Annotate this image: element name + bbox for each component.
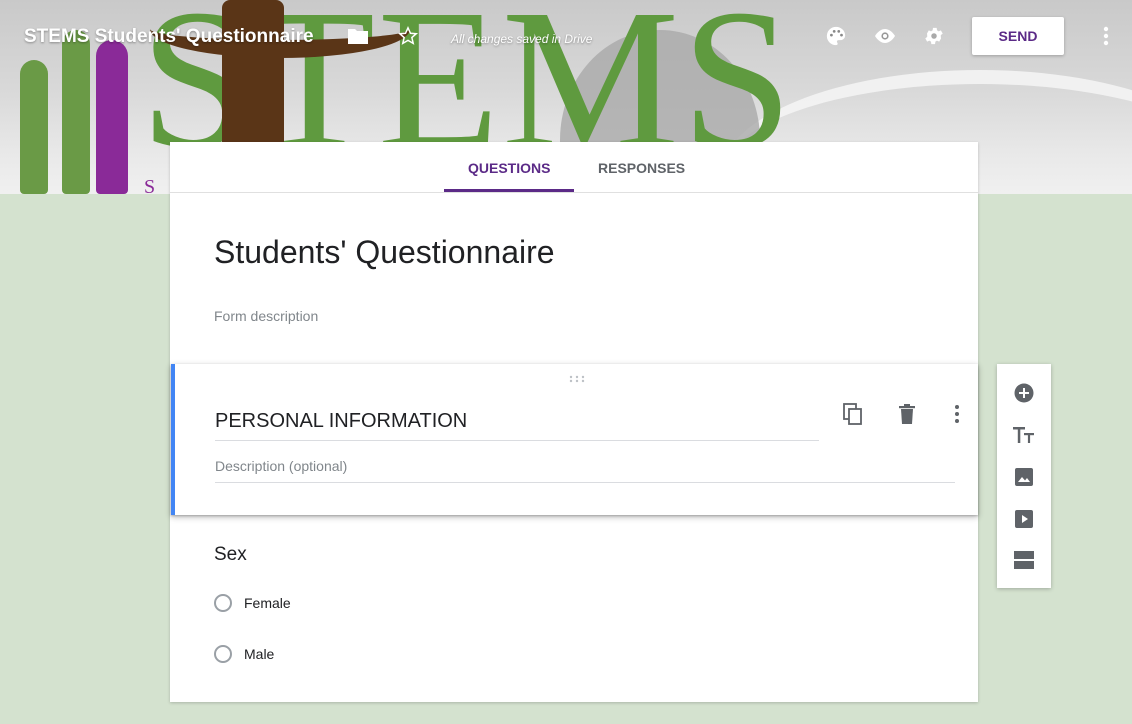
delete-icon[interactable]	[895, 402, 919, 426]
question-title[interactable]: Sex	[214, 544, 247, 566]
section-title-field[interactable]: PERSONAL INFORMATION	[215, 410, 819, 441]
tab-bar: QUESTIONS RESPONSES	[170, 142, 978, 193]
add-title-icon[interactable]	[1012, 423, 1036, 447]
question-toolbar	[997, 364, 1051, 588]
option-label: Female	[244, 595, 291, 611]
palette-icon[interactable]	[822, 22, 850, 50]
add-section-icon[interactable]	[1012, 548, 1036, 572]
send-button[interactable]: SEND	[972, 17, 1064, 55]
banner-small-text: S	[144, 176, 156, 194]
radio-option[interactable]: Female	[214, 594, 291, 612]
folder-icon[interactable]	[344, 22, 372, 50]
save-status: All changes saved in Drive	[451, 32, 593, 46]
gear-icon[interactable]	[920, 22, 948, 50]
active-tab-indicator	[444, 189, 574, 192]
duplicate-icon[interactable]	[841, 402, 865, 426]
drag-handle-icon[interactable]	[569, 372, 585, 386]
option-label: Male	[244, 646, 275, 662]
form-description-field[interactable]: Form description	[214, 308, 318, 324]
more-vert-icon[interactable]	[1092, 22, 1120, 50]
form-title[interactable]: Students' Questionnaire	[214, 234, 555, 271]
star-icon[interactable]	[394, 22, 422, 50]
radio-option[interactable]: Male	[214, 645, 274, 663]
radio-button[interactable]	[214, 594, 232, 612]
form-name-title[interactable]: STEMS Students' Questionnaire	[24, 26, 314, 48]
add-question-icon[interactable]	[1012, 381, 1036, 405]
add-image-icon[interactable]	[1012, 465, 1036, 489]
eye-icon[interactable]	[871, 22, 899, 50]
more-vert-icon[interactable]	[945, 402, 969, 426]
tab-responses[interactable]: RESPONSES	[598, 160, 685, 176]
top-bar: STEMS Students' Questionnaire All change…	[0, 0, 1132, 72]
add-video-icon[interactable]	[1012, 507, 1036, 531]
banner-figure	[20, 60, 48, 194]
section-description-field[interactable]: Description (optional)	[215, 458, 955, 483]
section-header-card[interactable]: PERSONAL INFORMATION Description (option…	[171, 364, 978, 515]
radio-button[interactable]	[214, 645, 232, 663]
tab-questions[interactable]: QUESTIONS	[468, 160, 550, 176]
